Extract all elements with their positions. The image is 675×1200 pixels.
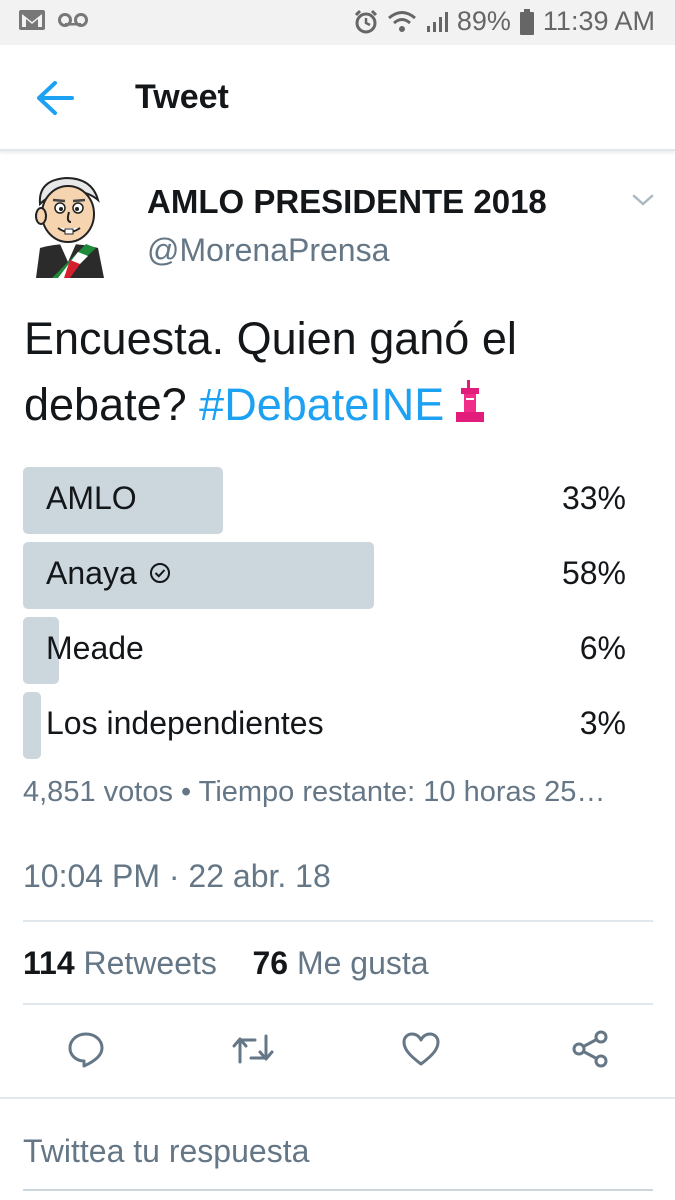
retweet-button[interactable] [230,1026,276,1072]
reply-underline [23,1189,653,1191]
poll-bar [23,692,41,759]
poll-option-label: Anaya [46,555,137,591]
back-button[interactable] [30,73,80,123]
app-bar: Tweet [0,45,675,151]
status-bar: 89% 11:39 AM [0,0,675,45]
poll-option-percent: 58% [561,555,626,591]
poll-option-percent: 6% [579,630,626,666]
retweets-count: 114 [23,945,75,981]
signal-icon [425,10,449,34]
poll-option: Los independientes 3% [23,692,628,759]
reply-input[interactable]: Twittea tu respuesta [23,1133,309,1170]
poll-option-label: AMLO [46,480,137,516]
like-button[interactable] [398,1026,444,1072]
poll-option: Meade 6% [23,617,628,684]
retweets-stat[interactable]: 114 Retweets [23,945,217,981]
divider [23,920,653,922]
poll-option-percent: 3% [579,705,626,741]
reply-button[interactable] [63,1026,109,1072]
tweet-text: Encuesta. Quien ganó el debate? #DebateI… [24,306,654,442]
share-icon [572,1030,608,1068]
voicemail-icon [58,12,88,28]
retweets-label: Retweets [83,945,217,981]
reply-icon [68,1032,104,1068]
divider [23,1003,653,1005]
battery-icon [519,8,535,36]
podium-icon [452,376,488,442]
poll-option: Anaya 58% [23,542,628,609]
hashtag-link[interactable]: #DebateINE [199,379,444,430]
alarm-icon [353,9,379,35]
action-bar [0,1026,675,1076]
poll-option-label: Los independientes [46,705,324,741]
clock: 11:39 AM [542,6,655,36]
retweet-icon [232,1034,274,1064]
arrow-left-icon [37,81,74,115]
avatar[interactable] [26,170,114,278]
gmail-icon [18,9,46,31]
wifi-icon [387,10,417,34]
poll-meta: 4,851 votos • Tiempo restante: 10 horas … [23,776,606,808]
tweet-timestamp[interactable]: 10:04 PM · 22 abr. 18 [23,858,331,895]
poll-option-percent: 33% [561,480,626,516]
poll-option-label: Meade [46,630,144,666]
display-name[interactable]: AMLO PRESIDENTE 2018 [147,183,547,221]
share-button[interactable] [567,1026,613,1072]
page-title: Tweet [135,78,229,116]
chevron-down-icon[interactable] [628,188,658,212]
likes-label: Me gusta [296,945,429,981]
battery-percent: 89% [456,6,511,36]
user-handle[interactable]: @MorenaPrensa [147,232,389,269]
like-icon [402,1032,440,1066]
check-circle-icon [149,555,171,592]
reply-composer: Twittea tu respuesta [0,1097,675,1200]
likes-stat[interactable]: 76 Me gusta [252,945,428,981]
poll: AMLO 33% Anaya 58% Meade 6% Los independ… [23,467,628,767]
tweet-stats: 114 Retweets 76 Me gusta [23,945,429,982]
poll-option: AMLO 33% [23,467,628,534]
likes-count: 76 [252,945,289,981]
